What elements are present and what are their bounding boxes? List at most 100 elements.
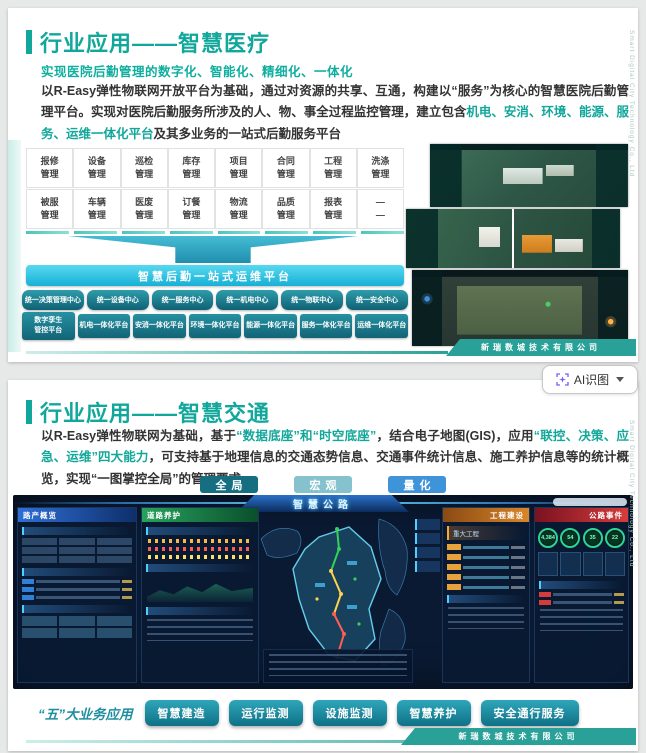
slide2-title: 行业应用——智慧交通 [40,401,271,426]
hospital-screenshots [404,144,630,350]
list-row [22,579,132,584]
unified-centers-row: 统一决策管理中心 统一设备中心 统一服务中心 统一机电中心 统一物联中心 统一安全中心 [22,290,408,310]
platform-banner: 智慧后勤一站式运维平台 [26,265,404,286]
panel-section-bar [539,581,624,589]
platforms-row: 数字孪生 管控平台 机电一体化平台 安消一体化平台 环境一体化平台 能源一体化平台 服务一… [22,312,409,340]
grid-cell: 医废 管理 [120,189,168,229]
grid-cell: 订餐 管理 [167,189,215,229]
panel-road-events: 公路事件 4,384 54 35 22 [534,507,629,683]
center-button: 统一机电中心 [216,290,279,310]
company-ribbon: 新瑞数城技术有限公司 [401,728,636,745]
slide-smart-healthcare[interactable]: 行业应用——智慧医疗 实现医院后勤管理的数字化、智能化、精细化、一体化 以R-E… [8,8,638,362]
panel-construction-header: 工程建设 [443,508,529,522]
business-buttons: 智慧建造 运行监测 设施监测 智慧养护 安全通行服务 [144,700,579,726]
grid-cell: 物流 管理 [215,189,263,229]
ring-gauge: 54 [560,528,581,548]
grid-cell: 品质 管理 [262,189,310,229]
funnel-arrow-shape [68,236,358,263]
grid-cell: 报表 管理 [309,189,357,229]
grid-cell: 报修 管理 [26,148,74,188]
gauge-detail-boxes [538,552,625,576]
list-row [539,592,624,597]
project-row [447,564,525,570]
ring-gauge: 35 [582,528,603,548]
business-button: 设施监测 [312,700,387,726]
hospital-dashboard-image-top [430,144,628,207]
panel-road-maintenance-header: 道路养护 [142,508,258,522]
ai-scan-sparkle-icon [556,373,569,386]
ai-image-recognition-button[interactable]: AI识图 [542,365,638,394]
list-row [22,587,132,592]
view-mode-buttons: 全局 宏观 量化 [8,476,638,493]
panel-road-events-header: 公路事件 [535,508,628,522]
area-chart [147,583,253,602]
stat-grid [22,538,132,563]
data-rows [147,619,253,641]
panel-section-bar [22,605,132,613]
ring-gauge: 4,384 [538,528,558,548]
panel-road-assets: 路产概览 [17,507,137,683]
platform-button: 环境一体化平台 [188,313,242,338]
panel-section-bar [146,564,254,572]
footer-line [26,351,448,354]
grid-underline-bars [26,231,404,234]
business-button: 智慧建造 [144,700,219,726]
panel-section-bar [22,568,132,576]
mode-button: 宏观 [294,476,352,493]
side-company-text: Smart Digital City Technology Co., Ltd [628,30,635,178]
center-button: 统一设备中心 [86,290,149,310]
hospital-dashboard-image-bottom [412,270,628,346]
slide2-title-row: 行业应用——智慧交通 [26,396,270,428]
business-applications-row: “五”大业务应用 智慧建造 运行监测 设施监测 智慧养护 安全通行服务 [38,700,579,726]
management-grid-row2: 被服 管理 车辆 管理 医废 管理 订餐 管理 物流 管理 品质 管理 报表 管理 — — [26,189,404,229]
platform-button: 安消一体化平台 [133,313,186,338]
major-projects-label: 重大工程 [447,526,525,540]
grid-cell: 工程 管理 [309,148,357,188]
project-row [447,574,525,580]
left-decoration-strip [8,140,21,352]
mode-button: 量化 [388,476,446,493]
slide1-title: 行业应用——智慧医疗 [40,31,271,56]
grid-cell: 设备 管理 [73,148,121,188]
status-dot-strip [148,539,252,543]
business-button: 安全通行服务 [480,700,579,726]
chevron-down-icon [616,377,625,382]
grid-cell: 项目 管理 [215,148,263,188]
project-row [447,584,525,590]
platform-button: 数字孪生 管控平台 [22,312,75,340]
slide-smart-transportation[interactable]: 行业应用——智慧交通 以R-Easy弹性物联网为基础，基于“数据底座”和“时空底… [8,380,638,751]
list-row [22,595,132,600]
hospital-dashboard-image-middle [406,209,620,268]
status-dot-strip [148,555,252,559]
platform-button: 能源一体化平台 [244,313,297,338]
ring-gauge: 22 [604,528,625,548]
business-button: 运行监测 [228,700,303,726]
map-layer-menu [415,519,440,575]
highway-dashboard-image: 智慧公路 路产概览 道路养护 工程建设 重大工程 公路事件 4,384 54 3… [13,495,633,689]
text-segment: “数据底座”和“时空底座” [236,429,377,443]
center-button: 统一安全中心 [346,290,408,310]
title-accent-bar [26,30,32,54]
platform-button: 运维一体化平台 [355,313,409,338]
text-segment: 及其多业务的一站式后勤服务平台 [153,126,342,141]
data-rows [448,607,524,629]
bottom-center-panel [263,649,413,683]
grid-cell: 库存 管理 [167,148,215,188]
ai-button-label: AI识图 [573,373,610,387]
project-row [447,544,525,550]
text-segment: ，结合电子地图(GIS)，应用 [376,429,534,443]
platform-button: 服务一体化平台 [299,313,353,338]
dashboard-date-chip [553,498,627,506]
slide1-subtitle: 实现医院后勤管理的数字化、智能化、精细化、一体化 [41,65,354,79]
center-button: 统一物联中心 [281,290,344,310]
project-row [447,554,525,560]
grid-cell: 洗涤 管理 [356,148,404,188]
panel-section-bar [447,595,525,603]
management-grid-row1: 报修 管理 设备 管理 巡检 管理 库存 管理 项目 管理 合同 管理 工程 管理 洗涤 管理 [26,148,404,188]
panel-section-bar [146,607,254,615]
grid-cell: 车辆 管理 [73,189,121,229]
slide1-body-paragraph: 以R-Easy弹性物联网开放平台为基础，通过对资源的共享、互通，构建以“服务”为… [41,81,629,145]
mode-button: 全局 [200,476,258,493]
center-button: 统一服务中心 [151,290,214,310]
data-rows [269,654,407,676]
